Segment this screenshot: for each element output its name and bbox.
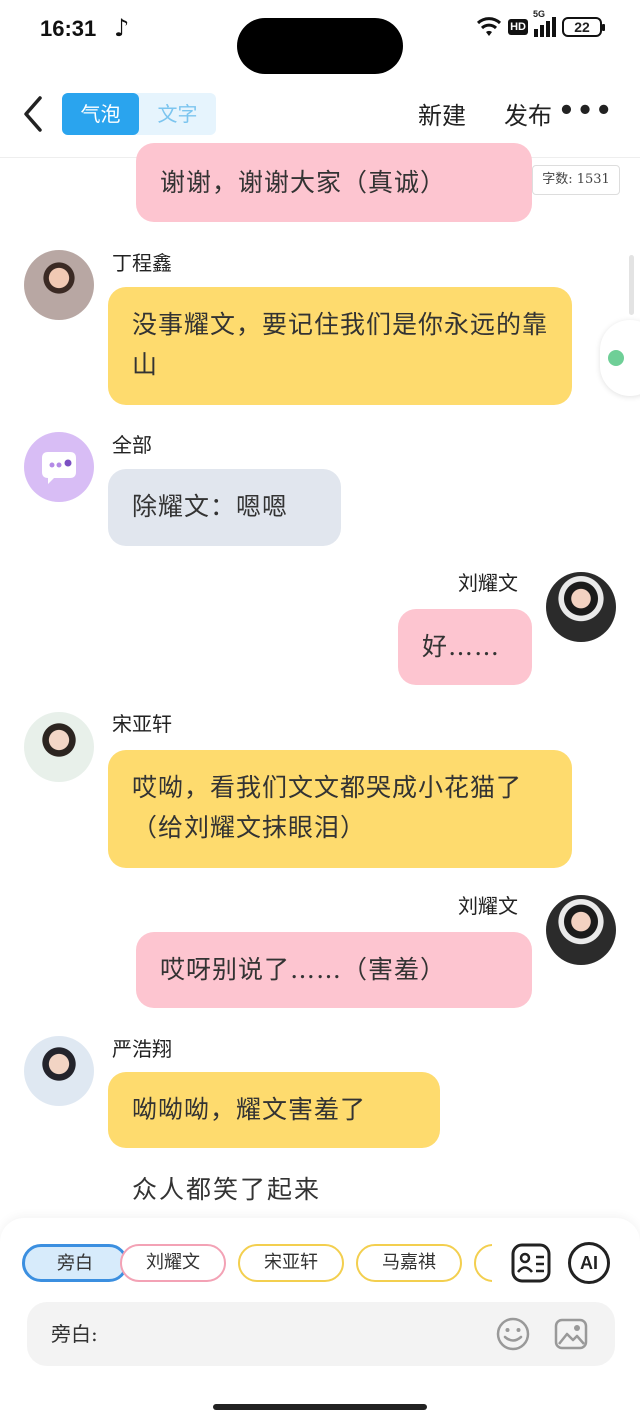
ai-button[interactable]: AI	[568, 1242, 610, 1284]
status-bar: 16:31 ♪ HD 5G 22	[0, 0, 640, 74]
avatar[interactable]	[546, 895, 616, 965]
input-speaker-label: 旁白:	[51, 1322, 98, 1346]
speaker-name: 全部	[112, 433, 152, 457]
scroll-indicator[interactable]	[629, 255, 634, 315]
message-bubble[interactable]: 除耀文：嗯嗯	[108, 469, 341, 546]
new-button[interactable]: 新建	[418, 96, 466, 131]
image-icon[interactable]	[553, 1316, 589, 1352]
speaker-name: 宋亚轩	[112, 712, 172, 736]
dynamic-island	[237, 18, 403, 74]
message-bubble[interactable]: 呦呦呦，耀文害羞了	[108, 1072, 440, 1148]
dot-icon	[608, 350, 624, 366]
word-count-badge: 字数: 1531	[532, 165, 620, 195]
avatar[interactable]	[546, 572, 616, 642]
nav-bar: 气泡 文字 新建 发布 •••	[0, 80, 640, 150]
character-list-icon[interactable]	[510, 1242, 552, 1284]
avatar[interactable]	[24, 432, 94, 502]
mode-toggle: 气泡 文字	[62, 93, 216, 135]
mode-text-tab[interactable]: 文字	[139, 93, 216, 135]
back-icon[interactable]	[18, 94, 48, 134]
message-bubble[interactable]: 哎呦，看我们文文都哭成小花猫了（给刘耀文抹眼泪）	[108, 750, 572, 868]
composer-panel: 旁白 刘耀文 宋亚轩 马嘉祺 AI 旁白:	[0, 1218, 640, 1422]
group-chat-icon	[42, 452, 76, 484]
chip-ma-jiaqi[interactable]: 马嘉祺	[356, 1244, 462, 1282]
chip-more-partial[interactable]	[474, 1244, 492, 1282]
chip-liu-yaowen[interactable]: 刘耀文	[120, 1244, 226, 1282]
speaker-name: 丁程鑫	[112, 251, 172, 275]
message-bubble[interactable]: 好……	[398, 609, 532, 685]
more-icon[interactable]: •••	[558, 96, 614, 126]
hd-icon: HD	[508, 19, 528, 35]
floating-tool-button[interactable]	[600, 320, 640, 396]
wifi-icon	[477, 17, 502, 36]
speaker-chip-row: 旁白 刘耀文 宋亚轩 马嘉祺	[22, 1244, 492, 1284]
speaker-name: 刘耀文	[458, 894, 518, 918]
chip-narrator[interactable]: 旁白	[22, 1244, 128, 1282]
speaker-name: 刘耀文	[458, 571, 518, 595]
message-input[interactable]: 旁白:	[27, 1302, 615, 1366]
publish-button[interactable]: 发布	[504, 96, 552, 131]
home-indicator[interactable]	[213, 1404, 427, 1410]
status-indicators: HD 5G 22	[476, 9, 605, 38]
network-label: 5G	[533, 9, 546, 19]
mode-bubble-tab[interactable]: 气泡	[62, 93, 139, 135]
message-bubble[interactable]: 谢谢，谢谢大家（真诚）	[136, 143, 532, 222]
battery-icon: 22	[562, 17, 605, 37]
narration-text[interactable]: 众人都笑了起来	[132, 1170, 321, 1206]
status-time: 16:31	[40, 16, 97, 41]
avatar[interactable]	[24, 712, 94, 782]
avatar[interactable]	[24, 1036, 94, 1106]
emoji-icon[interactable]	[495, 1316, 531, 1352]
chip-song-yaxuan[interactable]: 宋亚轩	[238, 1244, 344, 1282]
signal-icon: 5G	[533, 9, 556, 37]
message-bubble[interactable]: 没事耀文，要记住我们是你永远的靠山	[108, 287, 572, 405]
speaker-name: 严浩翔	[112, 1037, 172, 1061]
music-note-icon: ♪	[114, 14, 130, 42]
avatar[interactable]	[24, 250, 94, 320]
message-bubble[interactable]: 哎呀别说了……（害羞）	[136, 932, 532, 1008]
